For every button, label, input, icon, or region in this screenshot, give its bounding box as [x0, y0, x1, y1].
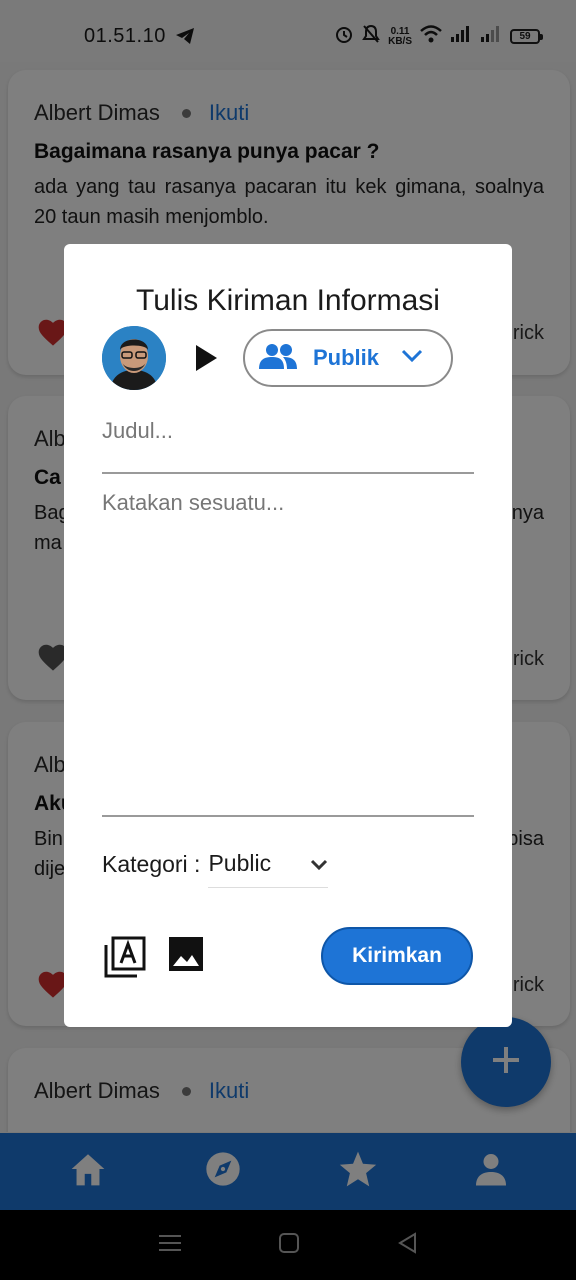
play-icon	[194, 344, 218, 377]
content-input[interactable]	[102, 490, 474, 790]
group-icon	[257, 343, 299, 374]
title-input[interactable]	[102, 418, 474, 444]
title-field	[102, 418, 474, 474]
category-dropdown[interactable]: Public	[208, 850, 329, 888]
audience-selector[interactable]: Publik	[243, 329, 453, 387]
system-navigation	[0, 1210, 576, 1280]
audience-label: Publik	[313, 345, 380, 370]
avatar[interactable]	[102, 326, 166, 390]
back-icon[interactable]	[397, 1231, 417, 1259]
text-format-icon[interactable]	[104, 936, 146, 983]
send-button[interactable]: Kirimkan	[321, 927, 473, 985]
category-label: Kategori :	[102, 850, 201, 877]
chevron-down-icon	[401, 349, 423, 368]
dialog-title: Tulis Kiriman Informasi	[136, 284, 440, 317]
category-value: Public	[208, 850, 272, 876]
home-button-icon[interactable]	[278, 1232, 300, 1259]
content-field	[102, 490, 474, 817]
category-row: Kategori : Public	[102, 840, 329, 888]
chevron-down-icon	[310, 850, 328, 877]
menu-icon[interactable]	[158, 1234, 181, 1257]
image-icon[interactable]	[168, 936, 204, 977]
compose-dialog: Tulis Kiriman Informasi Publik Kategori …	[64, 244, 512, 1027]
